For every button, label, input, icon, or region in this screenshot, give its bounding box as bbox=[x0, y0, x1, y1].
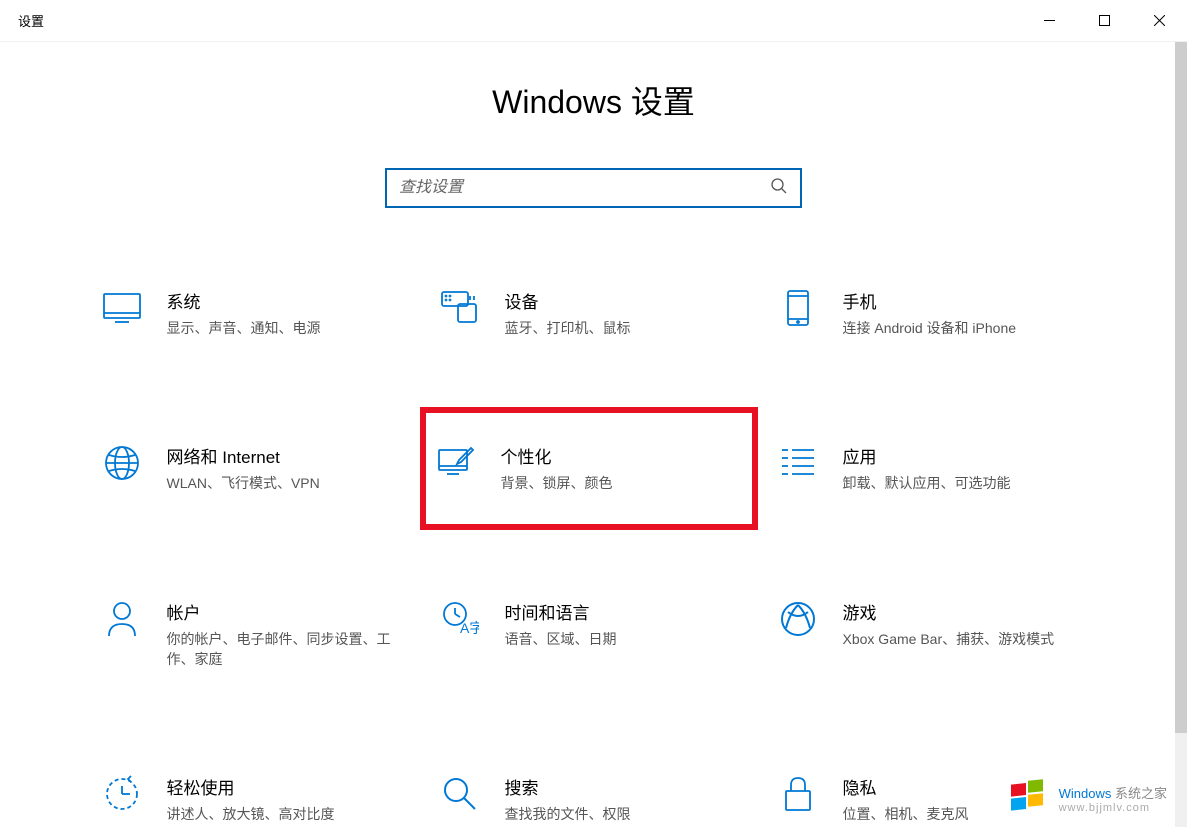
content-area: Windows 设置 系统 显示、声音、通知、电源 设备 bbox=[0, 42, 1187, 827]
ease-of-access-icon bbox=[102, 774, 142, 814]
svg-text:A字: A字 bbox=[460, 620, 479, 636]
tile-phone[interactable]: 手机 连接 Android 设备和 iPhone bbox=[763, 278, 1101, 348]
tile-title: 轻松使用 bbox=[167, 774, 400, 799]
tile-apps[interactable]: 应用 卸载、默认应用、可选功能 bbox=[763, 433, 1101, 503]
tile-desc: 卸载、默认应用、可选功能 bbox=[843, 473, 1076, 493]
time-language-icon: A字 bbox=[440, 599, 480, 639]
tile-accounts[interactable]: 帐户 你的帐户、电子邮件、同步设置、工作、家庭 bbox=[87, 589, 425, 680]
tile-desc: WLAN、飞行模式、VPN bbox=[167, 473, 400, 493]
tile-desc: 蓝牙、打印机、鼠标 bbox=[505, 318, 738, 338]
tile-desc: 连接 Android 设备和 iPhone bbox=[843, 318, 1076, 338]
watermark-logo-icon bbox=[1007, 777, 1049, 819]
tile-network[interactable]: 网络和 Internet WLAN、飞行模式、VPN bbox=[87, 433, 425, 503]
tile-title: 网络和 Internet bbox=[167, 443, 400, 468]
scrollbar-thumb[interactable] bbox=[1175, 42, 1187, 733]
tile-title: 个性化 bbox=[501, 443, 732, 468]
personalization-icon bbox=[436, 443, 476, 483]
page-title: Windows 设置 bbox=[0, 77, 1187, 123]
watermark-brand: Windows 系统之家 bbox=[1059, 783, 1167, 802]
tile-desc: 查找我的文件、权限 bbox=[505, 804, 738, 824]
search-icon[interactable] bbox=[770, 177, 788, 200]
accounts-icon bbox=[102, 599, 142, 639]
tile-title: 搜索 bbox=[505, 774, 738, 799]
tile-title: 游戏 bbox=[843, 599, 1076, 624]
tile-title: 时间和语言 bbox=[505, 599, 738, 624]
tile-desc: Xbox Game Bar、捕获、游戏模式 bbox=[843, 629, 1076, 649]
tile-ease-of-access[interactable]: 轻松使用 讲述人、放大镜、高对比度 bbox=[87, 764, 425, 827]
maximize-button[interactable] bbox=[1077, 0, 1132, 42]
search-container bbox=[0, 168, 1187, 208]
gaming-icon bbox=[778, 599, 818, 639]
tile-desc: 语音、区域、日期 bbox=[505, 629, 738, 649]
system-icon bbox=[102, 288, 142, 328]
titlebar: 设置 bbox=[0, 0, 1187, 42]
tile-gaming[interactable]: 游戏 Xbox Game Bar、捕获、游戏模式 bbox=[763, 589, 1101, 680]
tile-title: 系统 bbox=[167, 288, 400, 313]
devices-icon bbox=[440, 288, 480, 328]
tile-desc: 你的帐户、电子邮件、同步设置、工作、家庭 bbox=[167, 629, 400, 670]
tile-time-language[interactable]: A字 时间和语言 语音、区域、日期 bbox=[425, 589, 763, 680]
tile-system[interactable]: 系统 显示、声音、通知、电源 bbox=[87, 278, 425, 348]
tile-devices[interactable]: 设备 蓝牙、打印机、鼠标 bbox=[425, 278, 763, 348]
tile-personalization[interactable]: 个性化 背景、锁屏、颜色 bbox=[420, 407, 758, 529]
tile-title: 应用 bbox=[843, 443, 1076, 468]
tile-search[interactable]: 搜索 查找我的文件、权限 bbox=[425, 764, 763, 827]
scrollbar[interactable] bbox=[1175, 42, 1187, 827]
close-button[interactable] bbox=[1132, 0, 1187, 42]
privacy-icon bbox=[778, 774, 818, 814]
window-controls bbox=[1022, 0, 1187, 42]
search-tile-icon bbox=[440, 774, 480, 814]
settings-grid: 系统 显示、声音、通知、电源 设备 蓝牙、打印机、鼠标 手机 连接 Androi… bbox=[0, 278, 1187, 827]
tile-title: 手机 bbox=[843, 288, 1076, 313]
minimize-button[interactable] bbox=[1022, 0, 1077, 42]
tile-desc: 显示、声音、通知、电源 bbox=[167, 318, 400, 338]
watermark: Windows 系统之家 www.bjjmlv.com bbox=[1007, 777, 1167, 819]
tile-title: 设备 bbox=[505, 288, 738, 313]
window-title: 设置 bbox=[18, 11, 44, 30]
search-input[interactable] bbox=[399, 179, 770, 197]
network-icon bbox=[102, 443, 142, 483]
watermark-url: www.bjjmlv.com bbox=[1059, 802, 1167, 814]
tile-desc: 讲述人、放大镜、高对比度 bbox=[167, 804, 400, 824]
apps-icon bbox=[778, 443, 818, 483]
search-box[interactable] bbox=[385, 168, 802, 208]
phone-icon bbox=[778, 288, 818, 328]
tile-desc: 背景、锁屏、颜色 bbox=[501, 473, 732, 493]
tile-title: 帐户 bbox=[167, 599, 400, 624]
